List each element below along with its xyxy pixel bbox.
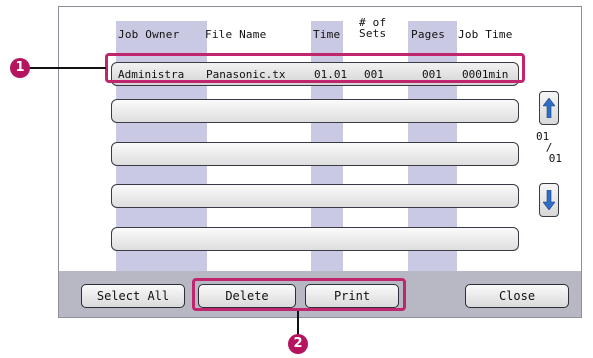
callout-line-2 [297,311,299,336]
callout-badge-1: 1 [10,58,30,78]
select-all-button[interactable]: Select All [81,284,185,308]
scroll-up-button[interactable] [539,91,559,125]
scroll-down-button[interactable] [539,183,559,217]
callout-box-buttons [192,278,406,311]
down-arrow-icon [543,190,555,210]
empty-job-row[interactable] [111,184,519,208]
header-job-time: Job Time [458,28,513,41]
up-arrow-icon [543,98,555,118]
close-button[interactable]: Close [465,284,569,308]
header-job-owner: Job Owner [118,28,180,41]
empty-job-row[interactable] [111,227,519,251]
callout-box-job-row [105,53,525,83]
header-pages: Pages [411,28,446,41]
total-pages: 01 [548,152,562,165]
callout-line-1 [30,67,106,69]
empty-job-row[interactable] [111,99,519,123]
job-list-screen: Job Owner File Name Time # of Sets Pages… [59,7,581,271]
header-sets-line2: Sets [359,27,387,40]
header-time: Time [313,28,341,41]
callout-badge-2: 2 [288,334,308,354]
empty-job-row[interactable] [111,142,519,166]
page-indicator: 01 / 01 [536,131,562,164]
header-file-name: File Name [205,28,267,41]
